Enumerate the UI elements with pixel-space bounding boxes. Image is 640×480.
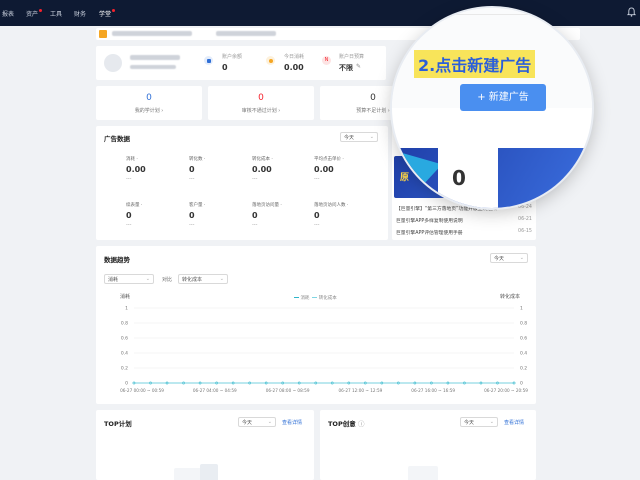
wallet-icon [204, 56, 213, 65]
top-creative-title: TOP创意 ⓘ [328, 420, 365, 428]
y-tick-left: 0 [125, 381, 128, 387]
metric-landing-visits: 落地页访问量 · 0 --- [252, 203, 282, 228]
empty-illustration-2 [200, 464, 218, 480]
news-title: 巨量引擎APP评估管理使用手册 [396, 231, 463, 236]
metric-conversion-cost: 转化成本 · 0.00 --- [252, 157, 273, 182]
y-tick-left: 0.4 [121, 351, 128, 357]
stat-card-rejected[interactable]: 0 审核不通过计划 › [208, 86, 314, 120]
top-creative-period-value: 今天 [464, 420, 475, 426]
news-item[interactable]: 巨量引擎APP评估管理使用手册 06-15 [396, 229, 532, 236]
x-tick-label: 06-27 00:00 ~ 00:59 [120, 388, 164, 393]
stat-plans-label: 我的学计划 › [134, 108, 164, 114]
nav-academy[interactable]: 学堂 [99, 9, 116, 18]
nav-assets-label: 资产 [26, 11, 39, 18]
balance-value: 0 [222, 63, 228, 72]
top-creative-period-select[interactable]: 今天 ⌄ [460, 417, 498, 427]
y-tick-right: 0.8 [520, 321, 527, 327]
help-icon[interactable]: ⓘ [358, 420, 365, 428]
x-tick-label: 06-27 16:00 ~ 16:59 [411, 388, 455, 393]
nav-assets-badge [39, 9, 43, 12]
metric-customers: 客户量 · 0 --- [189, 203, 206, 228]
top-creative-card: TOP创意 ⓘ 今天 ⌄ 查看详情 [320, 410, 536, 480]
metric-form-count: 续表量 · 0 --- [126, 203, 143, 228]
y-tick-left: 1 [125, 306, 128, 312]
magnified-white-panel [438, 148, 498, 208]
top-plan-title: TOP计划 [104, 420, 132, 428]
top-plan-period-select[interactable]: 今天 ⌄ [238, 417, 276, 427]
ad-data-title: 广告数据 [104, 135, 130, 143]
top-plan-detail-link[interactable]: 查看详情 [282, 419, 302, 426]
balance-block: 账户余额 0 [222, 53, 242, 72]
instruction-highlight: 2.点击新建广告 [414, 50, 536, 78]
new-ad-button[interactable]: + 新建广告 [460, 84, 546, 111]
nav-report[interactable]: 报表 [2, 9, 14, 18]
avatar [104, 54, 122, 72]
today-spend-block: 今日消耗 0.00 [284, 53, 304, 72]
news-date: 06-15 [518, 229, 532, 234]
metric-spend: 消耗 · 0.00 --- [126, 157, 146, 182]
y-tick-right: 0.6 [520, 336, 527, 342]
y-tick-right: 0.4 [520, 351, 527, 357]
stat-rejected-label: 审核不通过计划 › [241, 108, 281, 114]
ad-data-period-select[interactable]: 今天 ⌄ [340, 132, 378, 142]
empty-illustration [408, 466, 438, 480]
bell-icon[interactable] [627, 7, 636, 17]
news-item[interactable]: 巨量引擎APP多样复制使用说明 06-21 [396, 217, 532, 224]
nav-assets[interactable]: 资产 [26, 9, 43, 18]
top-plan-card: TOP计划 今天 ⌄ 查看详情 [96, 410, 314, 480]
balance-label: 账户余额 [222, 54, 243, 60]
stat-card-plans[interactable]: 0 我的学计划 › [96, 86, 202, 120]
stat-plans-value: 0 [146, 93, 152, 103]
nav-tools[interactable]: 工具 [50, 9, 62, 18]
ad-data-period-value: 今天 [344, 135, 355, 141]
stat-rejected-value: 0 [258, 93, 264, 103]
top-plan-period-value: 今天 [242, 420, 253, 426]
account-card: 账户余额 0 今日消耗 0.00 N 账户日预算 不限 ✎ [96, 46, 386, 80]
budget-icon: N [322, 56, 331, 65]
y-tick-right: 1 [520, 306, 523, 312]
today-spend-value: 0.00 [284, 63, 304, 72]
coin-icon [266, 56, 275, 65]
metric-avg-cpc: 平均点击单价 · 0.00 --- [314, 157, 344, 182]
trend-line-chart: 1 10.8 0.80.6 0.60.4 0.40.2 0.20 006-27 00:00 … [120, 306, 528, 393]
notice-text-blurred-2 [216, 31, 276, 36]
x-tick-label: 06-27 12:00 ~ 12:59 [338, 388, 382, 393]
x-tick-label: 06-27 04:00 ~ 04:59 [193, 388, 237, 393]
y-tick-right: 0.2 [520, 366, 527, 372]
nav-academy-badge [112, 9, 116, 12]
today-spend-label: 今日消耗 [284, 54, 305, 60]
ad-data-card: 广告数据 今天 ⌄ 消耗 · 0.00 --- 转化数 · 0 --- 转化成本 · 0.0… [96, 126, 388, 240]
notice-text-blurred [112, 31, 192, 36]
account-id-blurred [130, 65, 176, 69]
metric-landing-visitors: 落地页访问人数 · 0 --- [314, 203, 349, 228]
x-tick-label: 06-27 08:00 ~ 08:59 [266, 388, 310, 393]
magnified-banner-glyph: 原 [400, 171, 414, 187]
y-tick-left: 0.2 [121, 366, 128, 372]
nav-academy-label: 学堂 [99, 11, 112, 18]
notice-icon [99, 30, 107, 38]
x-tick-label: 06-27 20:00 ~ 20:59 [484, 388, 528, 393]
budget-label: 账户日预算 [339, 54, 365, 60]
news-title: 巨量引擎APP多样复制使用说明 [396, 219, 463, 224]
magnified-zero: 0 [452, 166, 466, 190]
y-tick-left: 0.8 [121, 321, 128, 327]
top-creative-detail-link[interactable]: 查看详情 [504, 419, 524, 426]
metric-conversions: 转化数 · 0 --- [189, 157, 206, 182]
y-tick-left: 0.6 [121, 336, 128, 342]
edit-icon[interactable]: ✎ [356, 63, 361, 70]
news-date: 06-21 [518, 217, 532, 222]
magnified-divider [410, 14, 570, 15]
y-tick-right: 0 [520, 381, 523, 387]
account-name-blurred [130, 55, 180, 60]
nav-finance[interactable]: 财务 [74, 9, 86, 18]
